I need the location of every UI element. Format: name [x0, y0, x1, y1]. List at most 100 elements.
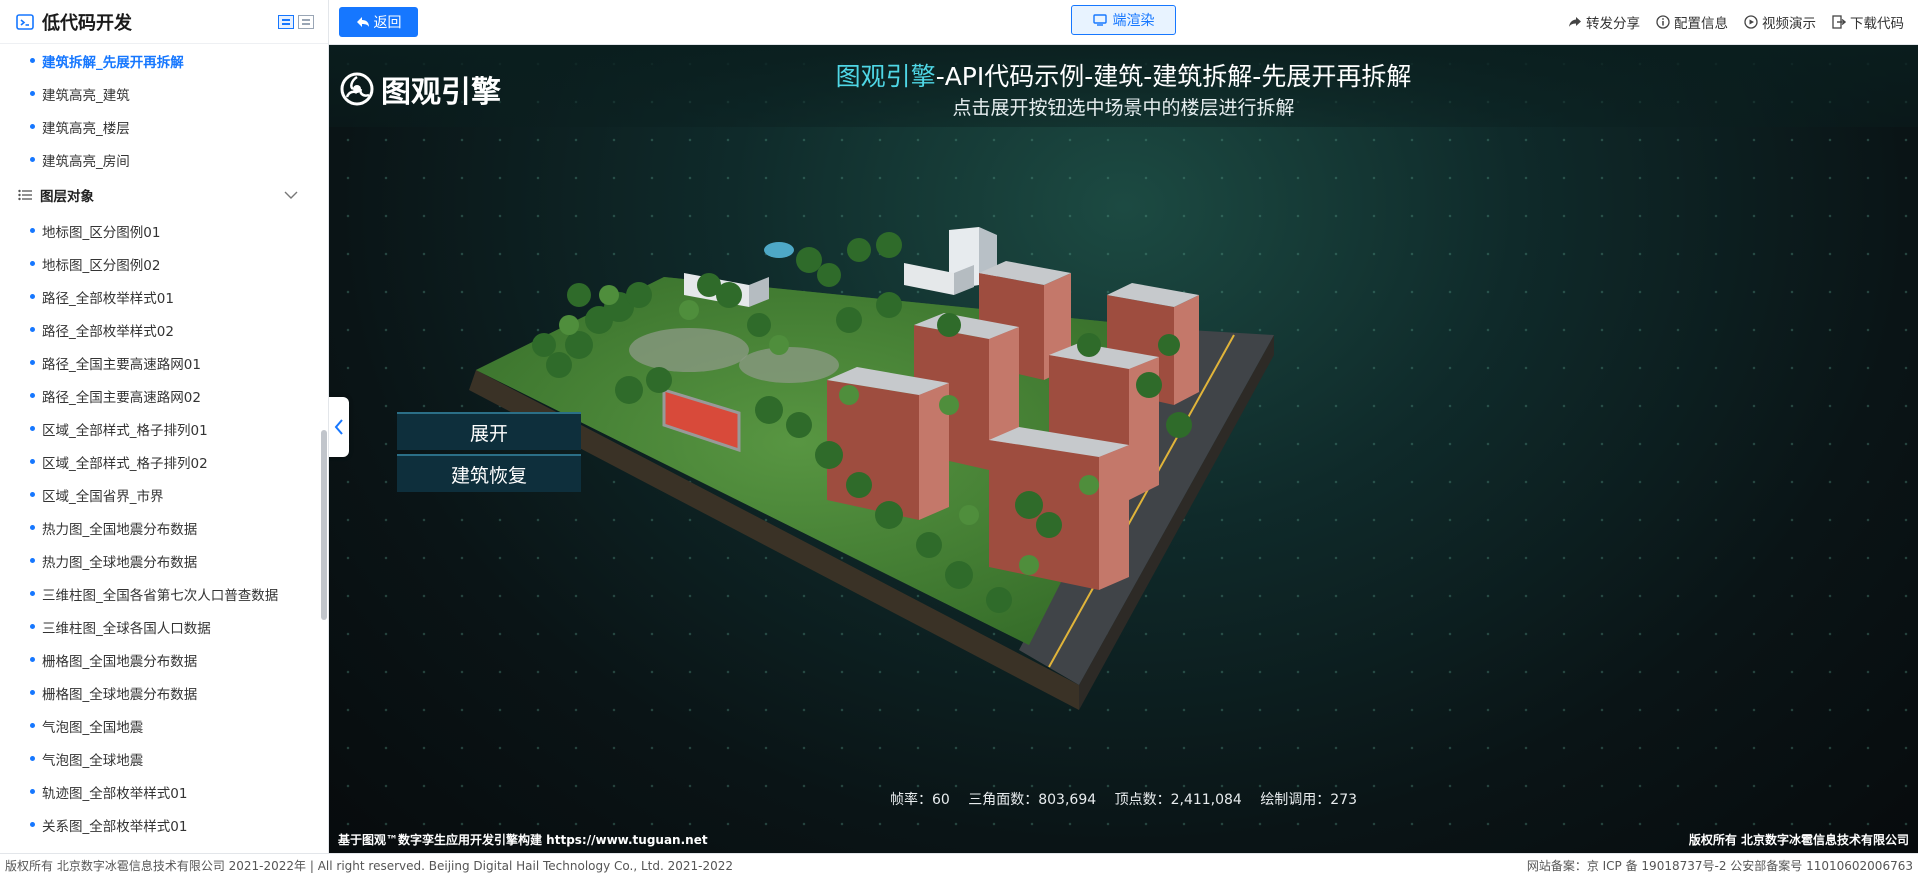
back-arrow-icon — [356, 17, 369, 27]
sidebar-item[interactable]: 气泡图_全球地震 — [0, 742, 320, 775]
sidebar-item[interactable]: 热力图_全国地震分布数据 — [0, 511, 320, 544]
bullet-icon — [30, 157, 35, 162]
render-mode-label: 端渲染 — [1112, 13, 1155, 29]
footer-copyright: 版权所有 北京数字冰雹信息技术有限公司 2021-2022年 | All rig… — [5, 859, 734, 873]
share-button[interactable]: 转发分享 — [1568, 12, 1640, 32]
sidebar-item[interactable]: 区域_全国省界_市界 — [0, 478, 320, 511]
play-icon — [1744, 15, 1758, 29]
sidebar-item[interactable]: 三维柱图_全国各省第七次人口普查数据 — [0, 577, 320, 610]
code-icon — [16, 13, 34, 30]
sidebar-item[interactable]: 三维柱图_全球各国人口数据 — [0, 610, 320, 643]
sidebar-item-label: 区域_全部样式_格子排列01 — [42, 422, 208, 439]
top-bar: 返回 端渲染 转发分享 配置信息 视频演示 下载代码 — [329, 0, 1918, 45]
stat-fps: 帧率：60 — [889, 792, 950, 808]
bullet-icon — [30, 459, 35, 464]
sidebar-header: 低代码开发 — [0, 0, 328, 44]
park-path — [739, 347, 839, 383]
sidebar: 低代码开发 建筑拆解_先展开再拆解 建筑高亮_建筑 建筑高亮_楼层 建筑高亮_房… — [0, 0, 329, 853]
bullet-icon — [30, 492, 35, 497]
top-actions: 转发分享 配置信息 视频演示 下载代码 — [1568, 0, 1904, 44]
scene-title-accent: 图观引擎 — [835, 62, 936, 91]
sidebar-title: 低代码开发 — [42, 12, 132, 34]
sidebar-item[interactable]: 栅格图_全球地震分布数据 — [0, 676, 320, 709]
info-icon — [1656, 15, 1670, 29]
sidebar-item[interactable]: 栅格图_全国地震分布数据 — [0, 643, 320, 676]
monitor-icon — [1092, 14, 1107, 26]
scene-title: 图观引擎-API代码示例-建筑-建筑拆解-先展开再拆解 — [329, 57, 1918, 93]
sidebar-item-label: 地标图_区分图例02 — [42, 257, 161, 274]
expand-button[interactable]: 展开 — [397, 412, 581, 450]
park-path — [629, 328, 749, 372]
bullet-icon — [30, 723, 35, 728]
sidebar-item[interactable]: 建筑高亮_楼层 — [0, 110, 320, 143]
bullet-icon — [30, 228, 35, 233]
sidebar-item-label: 路径_全部枚举样式02 — [42, 323, 174, 340]
building-residential[interactable] — [989, 427, 1129, 590]
sidebar-item[interactable]: 地标图_区分图例01 — [0, 214, 320, 247]
bullet-icon — [30, 591, 35, 596]
sidebar-item-label: 轨迹图_全部枚举样式01 — [42, 785, 188, 802]
sidebar-item[interactable]: 路径_全部枚举样式02 — [0, 313, 320, 346]
share-label: 转发分享 — [1586, 16, 1640, 32]
back-button[interactable]: 返回 — [339, 7, 418, 37]
scene-title-rest: -API代码示例-建筑-建筑拆解-先展开再拆解 — [935, 62, 1412, 91]
download-code-button[interactable]: 下载代码 — [1832, 12, 1904, 32]
render-stats: 帧率：60 三角面数：803,694 顶点数：2,411,084 绘制调用：27… — [329, 789, 1918, 809]
sidebar-item[interactable]: 路径_全国主要高速路网01 — [0, 346, 320, 379]
sidebar-group-layers[interactable]: 图层对象 — [0, 176, 320, 214]
back-button-label: 返回 — [373, 15, 402, 31]
download-icon — [1832, 15, 1846, 29]
sidebar-item[interactable]: 区域_全部样式_格子排列01 — [0, 412, 320, 445]
sidebar-item[interactable]: 轨迹图_全部枚举样式01 — [0, 775, 320, 808]
sidebar-item[interactable]: 建筑高亮_房间 — [0, 143, 320, 176]
bullet-icon — [30, 525, 35, 530]
sidebar-item[interactable]: 地标图_区分图例02 — [0, 247, 320, 280]
bullet-icon — [30, 294, 35, 299]
sidebar-item-label: 热力图_全球地震分布数据 — [42, 554, 198, 571]
bullet-icon — [30, 657, 35, 662]
sidebar-item-active[interactable]: 建筑拆解_先展开再拆解 — [0, 44, 320, 77]
bullet-icon — [30, 58, 35, 63]
sidebar-scrollbar[interactable] — [321, 430, 327, 620]
list-view-icon[interactable] — [298, 14, 314, 29]
sidebar-list: 建筑拆解_先展开再拆解 建筑高亮_建筑 建筑高亮_楼层 建筑高亮_房间 图层对象… — [0, 44, 320, 853]
pond — [764, 242, 794, 258]
download-code-label: 下载代码 — [1850, 16, 1904, 32]
sidebar-item[interactable]: 路径_全部枚举样式01 — [0, 280, 320, 313]
sidebar-item[interactable]: 建筑高亮_建筑 — [0, 77, 320, 110]
sidebar-item[interactable]: 路径_全国主要高速路网02 — [0, 379, 320, 412]
bullet-icon — [30, 690, 35, 695]
render-mode-button[interactable]: 端渲染 — [1071, 5, 1176, 35]
sidebar-item-label: 关系图_全部枚举样式01 — [42, 818, 188, 835]
bullet-icon — [30, 756, 35, 761]
sidebar-item[interactable]: 关系图_全部枚举样式01 — [0, 808, 320, 841]
sidebar-item-label: 地标图_区分图例01 — [42, 224, 161, 241]
bullet-icon — [30, 393, 35, 398]
share-icon — [1569, 17, 1581, 27]
sidebar-item-label: 路径_全部枚举样式01 — [42, 290, 174, 307]
sidebar-item-label: 区域_全国省界_市界 — [42, 488, 164, 505]
chevron-down-icon[interactable] — [284, 191, 298, 199]
sidebar-item-label: 三维柱图_全球各国人口数据 — [42, 620, 211, 637]
sidebar-group-label: 图层对象 — [40, 189, 94, 205]
sidebar-item-label: 建筑高亮_房间 — [42, 153, 130, 170]
sidebar-item-label: 气泡图_全球地震 — [42, 752, 144, 769]
config-info-button[interactable]: 配置信息 — [1656, 12, 1728, 32]
sidebar-collapse-button[interactable] — [329, 397, 349, 457]
engine-credit: 基于图观™数字孪生应用开发引擎构建 https://www.tuguan.net — [338, 833, 708, 847]
sidebar-item[interactable]: 热力图_全球地震分布数据 — [0, 544, 320, 577]
bullet-icon — [30, 426, 35, 431]
scene-viewport[interactable]: 图观引擎 图观引擎-API代码示例-建筑-建筑拆解-先展开再拆解 点击展开按钮选… — [329, 45, 1918, 853]
list-icon — [18, 189, 32, 201]
sidebar-item[interactable]: 气泡图_全国地震 — [0, 709, 320, 742]
restore-building-button[interactable]: 建筑恢复 — [397, 454, 581, 492]
video-demo-button[interactable]: 视频演示 — [1744, 12, 1816, 32]
chevron-left-icon — [334, 419, 343, 435]
stat-triangles: 三角面数：803,694 — [968, 792, 1097, 808]
grid-view-icon[interactable] — [278, 14, 294, 29]
bullet-icon — [30, 822, 35, 827]
bullet-icon — [30, 261, 35, 266]
footer-icp: 网站备案：京 ICP 备 19018737号-2 公安部备案号 11010602… — [1526, 859, 1913, 873]
bullet-icon — [30, 624, 35, 629]
sidebar-item[interactable]: 区域_全部样式_格子排列02 — [0, 445, 320, 478]
